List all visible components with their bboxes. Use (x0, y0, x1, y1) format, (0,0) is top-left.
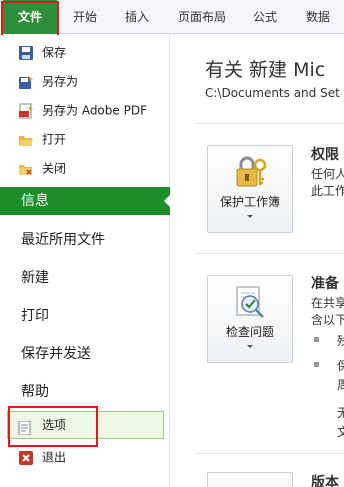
exit-label: 退出 (42, 450, 67, 465)
dropdown-arrow-icon (247, 215, 253, 218)
save-as-icon (18, 74, 34, 90)
bullet (314, 337, 319, 342)
bullet (314, 362, 319, 367)
close-command[interactable]: 关闭 (18, 157, 66, 179)
versions-title: 版本 (311, 475, 339, 487)
permissions-line-1: 任何人 (311, 167, 344, 181)
inspect-document-icon (233, 284, 269, 320)
folder-open-icon (18, 132, 34, 148)
prepare-bullet-text-4: 无 (337, 406, 344, 420)
divider (195, 123, 344, 124)
document-path: C:\Documents and Set (205, 86, 340, 100)
pdf-icon (18, 103, 34, 119)
check-issues-button[interactable]: 检查问题 (207, 275, 293, 363)
folder-close-icon (18, 161, 34, 177)
save-as-label: 另存为 (42, 74, 79, 89)
file-tab-highlight (1, 1, 59, 37)
floppy-disk-icon (18, 45, 34, 61)
permissions-title: 权限 (311, 147, 339, 163)
prepare-line-1: 在共享 (311, 296, 344, 310)
save-command[interactable]: 保存 (18, 41, 66, 63)
tab-home[interactable]: 开始 (66, 0, 104, 34)
nav-save-send[interactable]: 保存并发送 (0, 340, 170, 368)
permissions-line-2: 此工作 (311, 184, 344, 198)
prepare-bullet-text-1: 残 (337, 334, 344, 348)
prepare-line-2: 含以下 (311, 313, 344, 327)
nav-print[interactable]: 打印 (0, 302, 170, 330)
exit-command[interactable]: 退出 (18, 446, 66, 468)
protect-workbook-label: 保护工作簿 (219, 195, 280, 209)
prepare-bullet-text-5: 文 (337, 425, 344, 439)
open-command[interactable]: 打开 (18, 128, 66, 150)
nav-help[interactable]: 帮助 (0, 378, 170, 406)
manage-versions-button[interactable] (207, 472, 293, 487)
dropdown-arrow-icon (247, 345, 253, 348)
lock-key-icon (232, 154, 268, 190)
divider (195, 453, 344, 454)
info-pane: 有关 新建 Mic C:\Documents and Set 保护工作簿 权限 … (171, 35, 344, 487)
nav-recent[interactable]: 最近所用文件 (0, 226, 170, 254)
prepare-title: 准备 (311, 276, 339, 292)
open-label: 打开 (42, 132, 67, 147)
tab-insert[interactable]: 插入 (117, 0, 157, 34)
nav-new[interactable]: 新建 (0, 264, 170, 292)
divider (195, 253, 344, 254)
save-as-command[interactable]: 另存为 (18, 70, 78, 92)
save-as-pdf-command[interactable]: 另存为 Adobe PDF (18, 99, 147, 121)
check-issues-label: 检查问题 (225, 325, 274, 339)
exit-icon (18, 450, 34, 466)
options-highlight (8, 406, 98, 447)
prepare-bullet-text-2: 保 (337, 359, 344, 373)
close-label: 关闭 (42, 161, 67, 176)
document-title: 有关 新建 Mic (205, 59, 326, 81)
tab-page-layout[interactable]: 页面布局 (170, 0, 234, 34)
nav-info[interactable]: 信息 (0, 187, 171, 215)
tab-data[interactable]: 数据 (298, 0, 338, 34)
prepare-bullet-text-3: 周 (337, 378, 344, 392)
save-label: 保存 (42, 45, 67, 60)
save-as-pdf-label: 另存为 Adobe PDF (42, 103, 147, 118)
tab-formulas[interactable]: 公式 (245, 0, 285, 34)
protect-workbook-button[interactable]: 保护工作簿 (207, 145, 293, 233)
